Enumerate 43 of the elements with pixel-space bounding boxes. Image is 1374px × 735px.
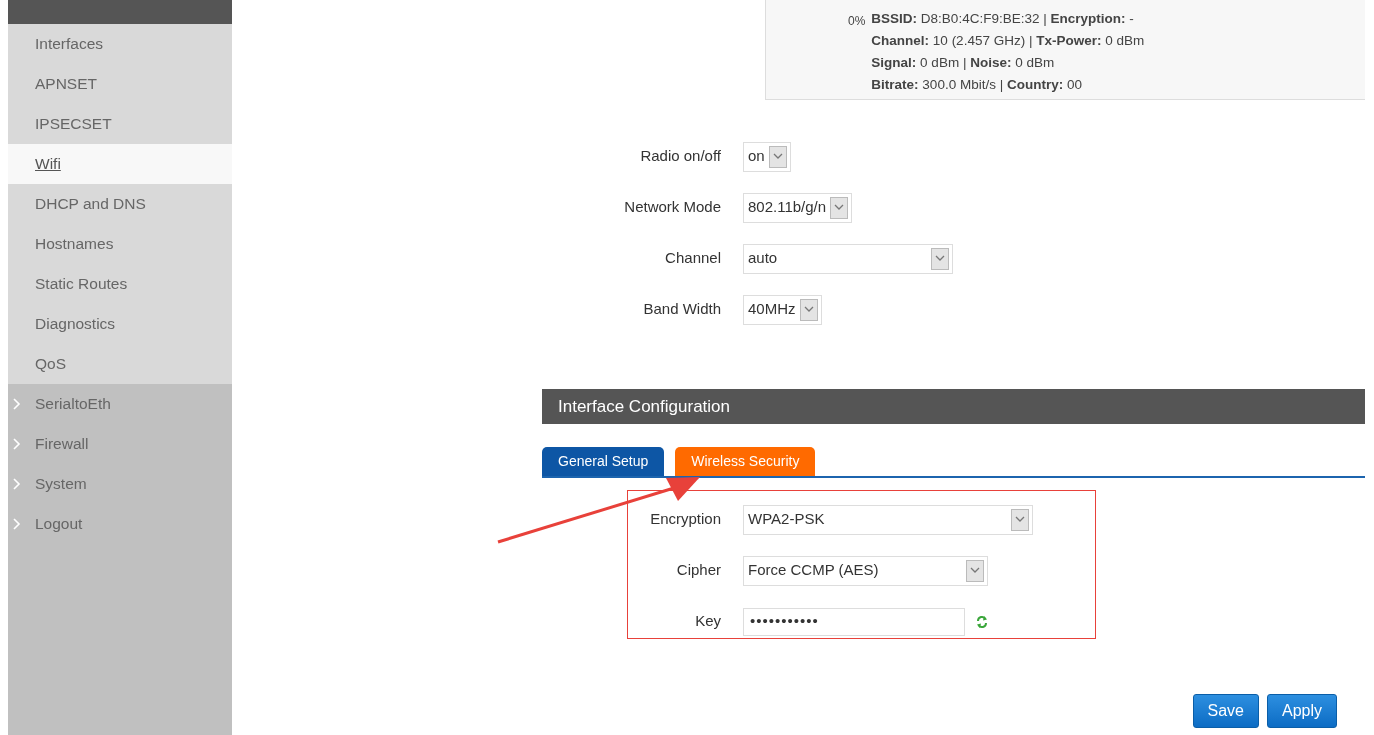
sidebar-item[interactable]: APNSET — [35, 72, 97, 96]
dropdown-select[interactable]: 802.11b/g/n — [743, 192, 853, 223]
tab[interactable]: General Setup — [542, 447, 665, 476]
status-line: Bitrate: 300.0 Mbit/s | Country: 00 — [871, 76, 1083, 94]
chevron-down-icon — [935, 255, 945, 262]
field-label: Cipher — [675, 560, 722, 581]
dropdown-select[interactable]: Force CCMP (AES) — [743, 555, 988, 586]
status-line: Signal: 0 dBm | Noise: 0 dBm — [871, 54, 1056, 72]
section-header: Interface Configuration — [542, 389, 1365, 424]
tab[interactable]: Wireless Security — [675, 447, 816, 476]
chevron-down-icon — [834, 204, 845, 211]
field-label: Band Width — [642, 299, 722, 320]
chevron-icon — [13, 398, 21, 410]
sidebar-item[interactable]: Firewall — [35, 432, 89, 456]
chevron-icon — [13, 478, 21, 490]
field-label: Network Mode — [623, 197, 722, 218]
sidebar-item[interactable]: Interfaces — [35, 32, 104, 56]
dropdown-select[interactable]: on — [743, 141, 791, 172]
sidebar-item[interactable]: System — [35, 472, 87, 496]
action-button[interactable]: Apply — [1266, 694, 1337, 728]
chevron-down-icon — [1015, 516, 1025, 523]
chevron-icon — [13, 518, 21, 530]
chevron-down-icon — [970, 567, 980, 574]
refresh-icon[interactable] — [976, 614, 988, 629]
dropdown-select[interactable]: WPA2-PSK — [743, 504, 1033, 535]
status-line: Channel: 10 (2.457 GHz) | Tx-Power: 0 dBm — [871, 32, 1145, 50]
chevron-down-icon — [803, 306, 814, 313]
status-line: BSSID: D8:B0:4C:F9:BE:32 | Encryption: - — [871, 10, 1135, 28]
signal-percent: 0% — [848, 13, 866, 30]
chevron-down-icon — [772, 153, 783, 160]
password-field[interactable]: ••••••••••• — [743, 607, 965, 636]
dropdown-select[interactable]: auto — [743, 243, 953, 274]
field-label: Key — [694, 611, 722, 632]
chevron-icon — [13, 438, 21, 450]
action-button[interactable]: Save — [1192, 694, 1259, 728]
dropdown-select[interactable]: 40MHz — [743, 294, 822, 325]
field-label: Encryption — [649, 509, 722, 530]
field-label: Channel — [664, 248, 722, 269]
sidebar-item[interactable]: Wifi — [35, 152, 61, 176]
sidebar-item[interactable]: QoS — [35, 352, 66, 376]
sidebar-item[interactable]: Logout — [35, 512, 83, 536]
sidebar-item[interactable]: SerialtoEth — [35, 392, 111, 416]
field-label: Radio on/off — [639, 146, 722, 167]
